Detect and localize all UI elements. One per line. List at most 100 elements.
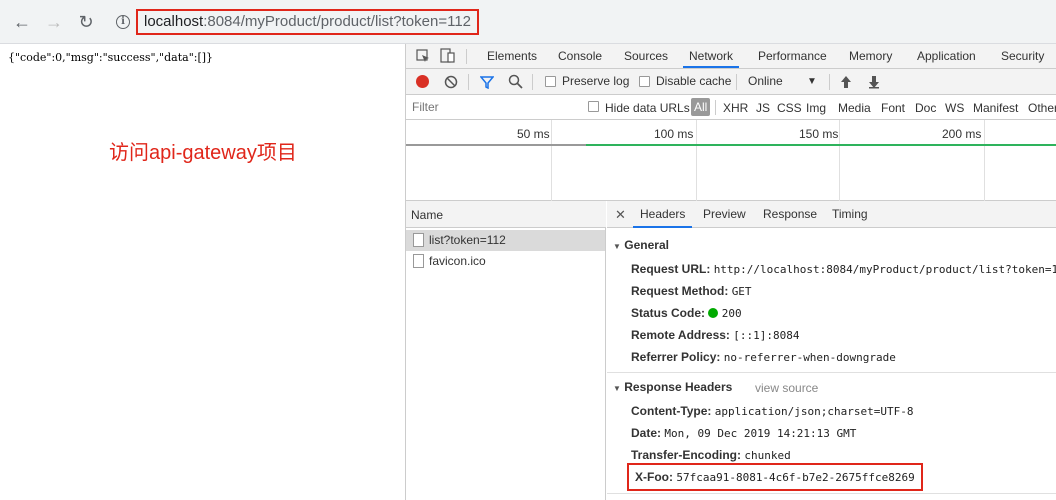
header-row: Status Code: 200 [631, 306, 742, 320]
filter-icon[interactable] [480, 75, 494, 89]
timeline-tick: 100 ms [654, 127, 694, 141]
list-header[interactable]: Name [406, 201, 606, 228]
header-row: Content-Type: application/json;charset=U… [631, 404, 913, 418]
status-ok-icon [708, 308, 719, 318]
filter-type-all[interactable]: All [691, 98, 711, 116]
header-value: no-referrer-when-downgrade [723, 351, 896, 364]
view-source-link[interactable]: view source [755, 381, 818, 395]
document-icon [413, 233, 424, 247]
filter-type-manifest[interactable]: Manifest [973, 101, 1018, 115]
header-key: Request Method: [631, 284, 729, 298]
reload-icon[interactable]: ↻ [76, 12, 96, 32]
tab-performance[interactable]: Performance [758, 44, 827, 68]
header-row: Remote Address: [::1]:8084 [631, 328, 800, 342]
header-row: Request URL: http://localhost:8084/myPro… [631, 262, 1056, 276]
request-list: Name list?token=112 favicon.ico [406, 201, 606, 500]
filter-type-font[interactable]: Font [881, 101, 905, 115]
hide-data-urls-label: Hide data URLs [605, 101, 690, 115]
disable-cache-checkbox[interactable] [639, 76, 650, 87]
back-icon[interactable]: ← [12, 12, 32, 32]
filter-type-media[interactable]: Media [838, 101, 871, 115]
header-key: Remote Address: [631, 328, 730, 342]
header-value: http://localhost:8084/myProduct/product/… [713, 263, 1056, 276]
record-icon[interactable] [416, 75, 429, 88]
tab-memory[interactable]: Memory [849, 44, 892, 68]
filter-type-xhr[interactable]: XHR [723, 101, 748, 115]
chevron-down-icon[interactable]: ▼ [807, 76, 817, 87]
request-name: favicon.ico [429, 254, 486, 268]
filter-type-img[interactable]: Img [806, 101, 826, 115]
info-icon[interactable]: i [116, 15, 130, 29]
forward-icon[interactable]: → [44, 12, 64, 32]
document-icon [413, 254, 424, 268]
tab-console[interactable]: Console [558, 44, 602, 68]
annotation-note: 访问api-gateway项目 [109, 142, 297, 164]
disable-cache-label: Disable cache [656, 74, 732, 88]
close-icon[interactable]: ✕ [615, 201, 626, 228]
timeline-tick: 150 ms [799, 127, 839, 141]
network-toolbar: Preserve log Disable cache Online ▼ [406, 69, 1056, 95]
filter-type-other[interactable]: Other [1028, 101, 1056, 115]
header-key: Request URL: [631, 262, 711, 276]
header-value: 200 [721, 307, 742, 320]
url-text[interactable]: localhost:8084/myProduct/product/list?to… [136, 9, 480, 35]
tab-elements[interactable]: Elements [487, 44, 537, 68]
header-key: Transfer-Encoding: [631, 448, 742, 462]
timeline-waiting-bar [406, 144, 586, 146]
header-key: Date: [631, 426, 662, 440]
header-value: Mon, 09 Dec 2019 14:21:13 GMT [664, 427, 857, 440]
filter-type-ws[interactable]: WS [945, 101, 964, 115]
inspect-element-icon[interactable] [416, 49, 430, 63]
filter-type-doc[interactable]: Doc [915, 101, 936, 115]
tab-preview[interactable]: Preview [703, 201, 746, 228]
throttle-select[interactable]: Online [748, 74, 783, 88]
detail-tabbar: ✕ Headers Preview Response Timing [607, 201, 1056, 228]
search-icon[interactable] [508, 74, 523, 89]
request-row[interactable]: list?token=112 [406, 230, 605, 251]
address-bar[interactable]: i localhost:8084/myProduct/product/list?… [108, 8, 1053, 36]
filter-input[interactable] [412, 98, 572, 116]
device-toolbar-icon[interactable] [440, 48, 456, 64]
header-value: application/json;charset=UTF-8 [714, 405, 914, 418]
export-har-icon[interactable] [868, 75, 880, 89]
import-har-icon[interactable] [840, 75, 852, 89]
tab-sources[interactable]: Sources [624, 44, 668, 68]
tab-security[interactable]: Security [1001, 44, 1044, 68]
triangle-down-icon: ▼ [613, 242, 621, 251]
column-name-header[interactable]: Name [411, 208, 443, 222]
page-content: {"code":0,"msg":"success","data":[]} 访问a… [0, 44, 405, 500]
header-row-highlighted: X-Foo: 57fcaa91-8081-4c6f-b7e2-2675ffce8… [627, 463, 923, 491]
header-value: GET [731, 285, 752, 298]
header-key: Content-Type: [631, 404, 712, 418]
filter-type-css[interactable]: CSS [777, 101, 802, 115]
tab-network[interactable]: Network [683, 44, 740, 68]
preserve-log-checkbox[interactable] [545, 76, 556, 87]
tab-response[interactable]: Response [763, 201, 817, 228]
request-row[interactable]: favicon.ico [406, 251, 605, 272]
header-value: [::1]:8084 [733, 329, 800, 342]
hide-data-urls-checkbox[interactable] [588, 101, 599, 112]
json-response-text: {"code":0,"msg":"success","data":[]} [8, 51, 214, 64]
url-path: :8084/myProduct/product/list?token=112 [203, 13, 472, 30]
clear-icon[interactable] [444, 75, 458, 89]
browser-toolbar: ← → ↻ i localhost:8084/myProduct/product… [0, 0, 1056, 44]
header-value: 57fcaa91-8081-4c6f-b7e2-2675ffce8269 [676, 471, 915, 484]
general-section-header[interactable]: ▼ General [613, 238, 669, 252]
header-row: Referrer Policy: no-referrer-when-downgr… [631, 350, 896, 364]
triangle-down-icon: ▼ [613, 384, 621, 393]
filter-type-js[interactable]: JS [756, 101, 770, 115]
network-overview-timeline[interactable]: 50 ms 100 ms 150 ms 200 ms [406, 120, 1056, 201]
filter-bar: Hide data URLs All XHR JS CSS Img Media … [406, 95, 1056, 120]
header-row: Request Method: GET [631, 284, 752, 298]
section-divider [607, 372, 1056, 373]
tab-application[interactable]: Application [917, 44, 976, 68]
devtools-tabbar: Elements Console Sources Network Perform… [406, 44, 1056, 69]
response-headers-section-header[interactable]: ▼ Response Headers [613, 380, 732, 394]
tab-timing[interactable]: Timing [832, 201, 868, 228]
header-value: chunked [744, 449, 791, 462]
request-name: list?token=112 [429, 233, 506, 247]
devtools-panel: Elements Console Sources Network Perform… [405, 44, 1056, 500]
header-row: Transfer-Encoding: chunked [631, 448, 791, 462]
section-divider [607, 493, 1056, 494]
tab-headers[interactable]: Headers [633, 201, 693, 228]
